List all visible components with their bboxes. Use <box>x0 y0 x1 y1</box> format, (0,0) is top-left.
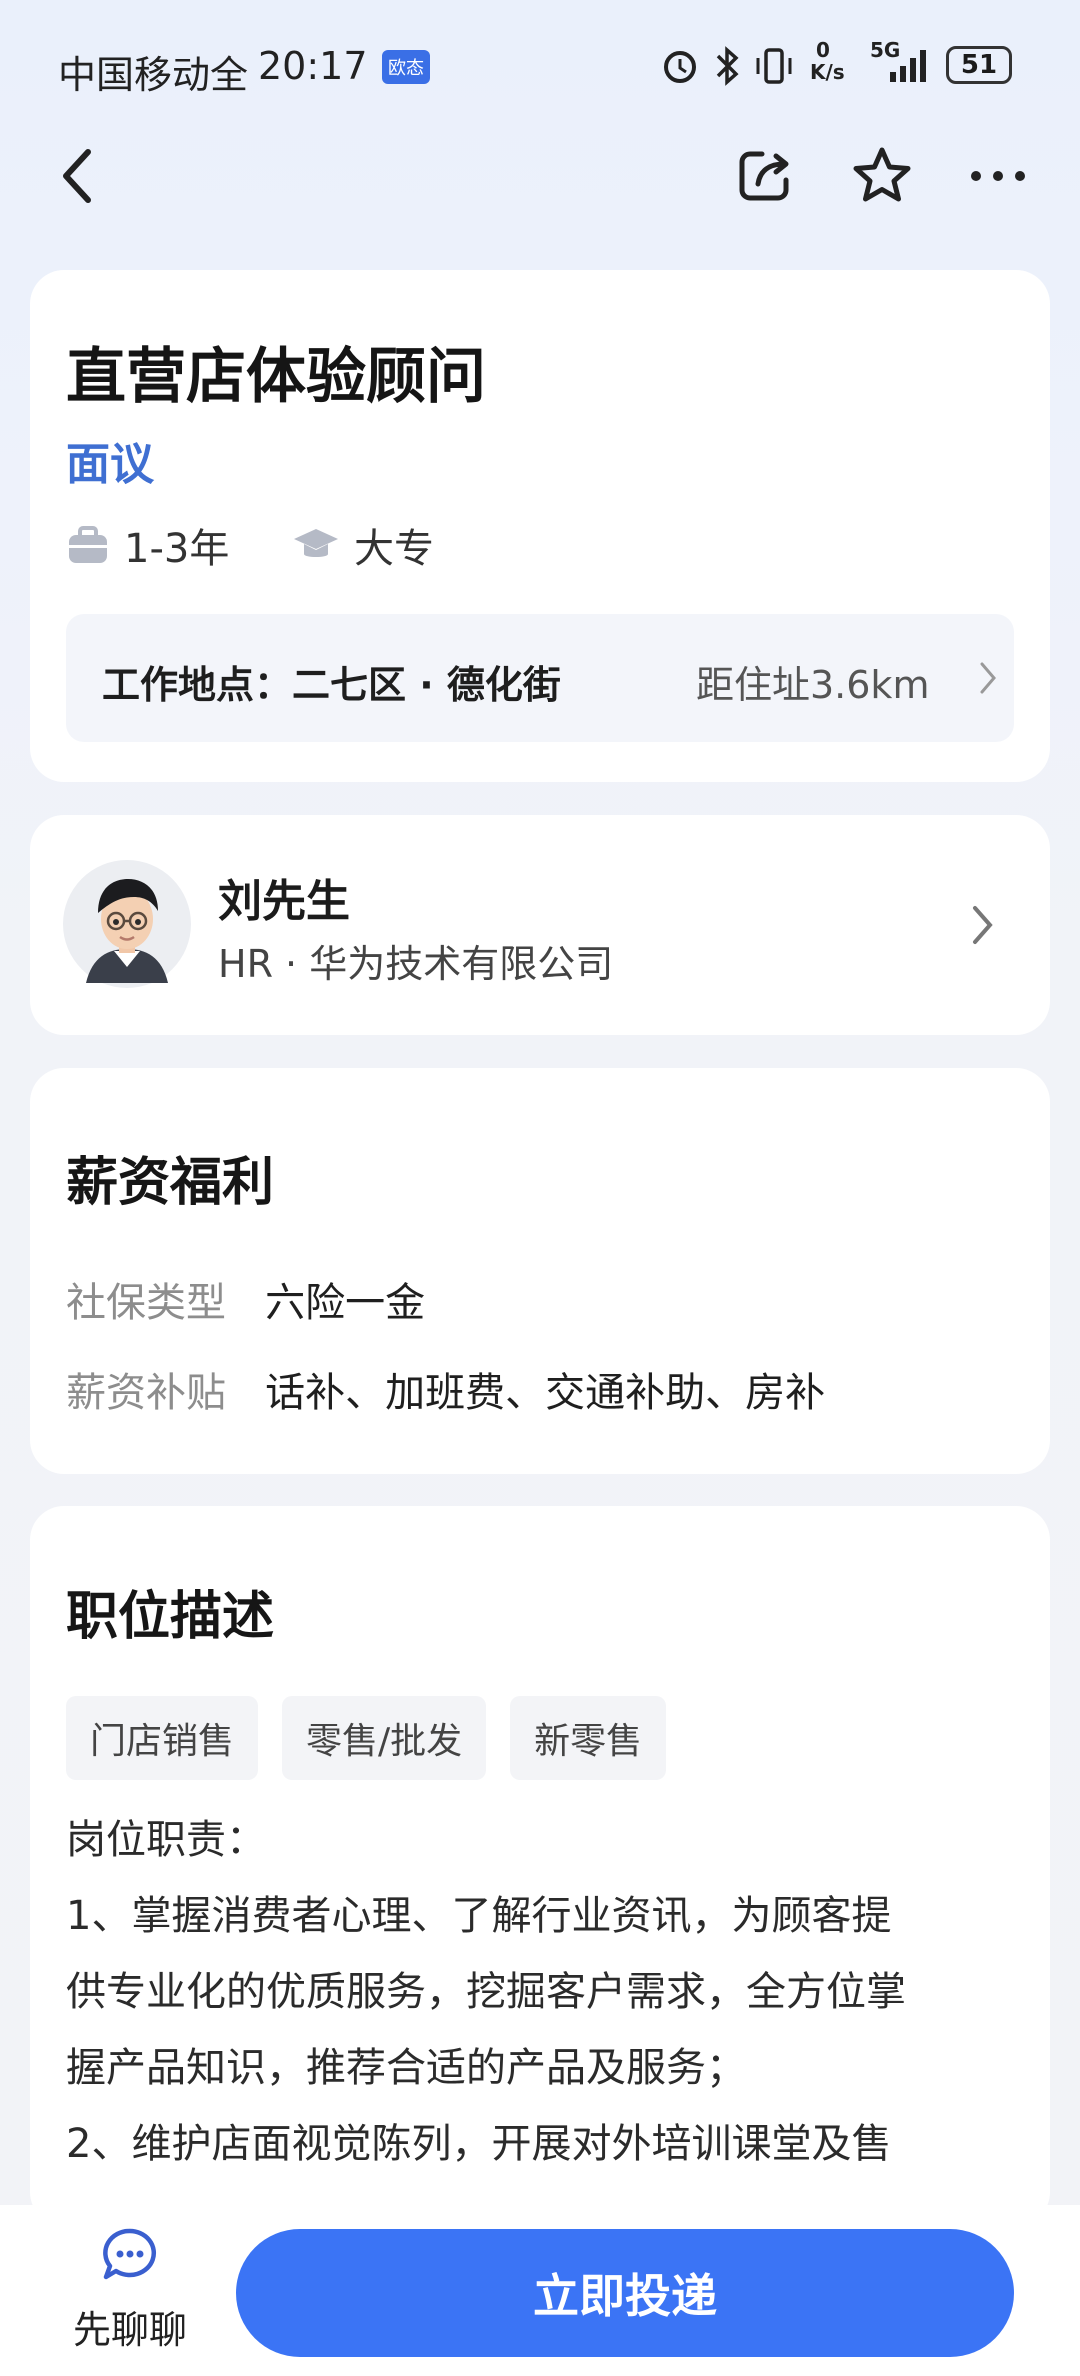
recruiter-card[interactable]: 刘先生 HR · 华为技术有限公司 <box>30 815 1050 1035</box>
benefit-row: 社保类型 六险一金 <box>66 1270 425 1328</box>
description-line: 1、掌握消费者心理、了解行业资讯，为顾客提 <box>66 1893 892 1939</box>
status-chip: 欧态 <box>382 50 430 84</box>
description-line: 供专业化的优质服务，挖掘客户需求，全方位掌 <box>66 1969 906 2015</box>
chat-first-label: 先聊聊 <box>72 2308 187 2352</box>
description-line: 2、维护店面视觉陈列，开展对外培训课堂及售 <box>66 2121 892 2167</box>
chat-bubble-icon <box>103 2228 156 2280</box>
bluetooth-icon <box>712 44 742 92</box>
work-location-label: 工作地点：二七区 · 德化街 <box>102 663 561 707</box>
experience-requirement: 1-3年 <box>66 516 229 574</box>
apply-button[interactable]: 立即投递 <box>236 2229 1014 2357</box>
status-bar: 中国移动全 20:17 欧态 0 K/s 5G 51 <box>0 0 1080 130</box>
clock: 20:17 <box>258 44 368 88</box>
salary-label: 面议 <box>66 439 154 490</box>
description-line: 握产品知识，推荐合适的产品及服务； <box>66 2045 746 2091</box>
back-button[interactable] <box>38 136 118 216</box>
net-speed-unit: K/s <box>810 60 845 84</box>
job-tag[interactable]: 零售/批发 <box>282 1696 487 1780</box>
distance-label: 距住址3.6km <box>696 663 930 707</box>
more-button[interactable] <box>958 136 1038 216</box>
battery-indicator: 51 <box>946 46 1012 84</box>
recruiter-name: 刘先生 <box>218 876 350 927</box>
work-location-row[interactable]: 工作地点：二七区 · 德化街 距住址3.6km <box>66 614 1014 742</box>
briefcase-icon <box>69 526 107 563</box>
benefit-row-label: 社保类型 <box>66 1280 226 1326</box>
job-tags: 门店销售 零售/批发 新零售 <box>66 1696 667 1780</box>
experience-value: 1-3年 <box>124 526 230 572</box>
benefit-row-label: 薪资补贴 <box>66 1370 226 1416</box>
bottom-action-bar: 先聊聊 立即投递 <box>0 2205 1080 2376</box>
favorite-button[interactable] <box>842 136 922 216</box>
job-description-card: 职位描述 门店销售 零售/批发 新零售 岗位职责： 1、掌握消费者心理、了解行业… <box>30 1506 1050 2226</box>
benefit-row-value: 话补、加班费、交通补助、房补 <box>265 1370 826 1416</box>
recruiter-company: HR · 华为技术有限公司 <box>218 942 614 986</box>
chat-first-button[interactable]: 先聊聊 <box>40 2225 220 2365</box>
share-button[interactable] <box>724 136 804 216</box>
benefit-row: 薪资补贴 话补、加班费、交通补助、房补 <box>66 1360 825 1418</box>
signal-icon <box>888 48 932 88</box>
alarm-icon <box>660 46 700 90</box>
description-body: 岗位职责： 1、掌握消费者心理、了解行业资讯，为顾客提 供专业化的优质服务，挖掘… <box>66 1802 1026 2182</box>
carrier-label: 中国移动全 <box>58 53 249 97</box>
vibrate-icon <box>752 44 796 92</box>
star-icon <box>853 147 911 202</box>
job-tag[interactable]: 门店销售 <box>66 1696 259 1780</box>
net-speed-value: 0 <box>816 38 830 62</box>
job-tag[interactable]: 新零售 <box>510 1696 667 1780</box>
share-icon <box>739 151 789 201</box>
job-summary-card: 直营店体验顾问 面议 1-3年 大专 工作地点：二七区 · 德化街 距住址3.6… <box>30 270 1050 782</box>
chevron-right-icon <box>970 903 996 951</box>
back-arrow-icon <box>63 149 91 203</box>
description-title: 职位描述 <box>66 1574 274 1653</box>
education-requirement: 大专 <box>292 516 434 574</box>
chevron-right-icon <box>978 660 998 700</box>
recruiter-avatar <box>62 859 192 989</box>
description-line: 岗位职责： <box>66 1817 266 1863</box>
benefits-card: 薪资福利 社保类型 六险一金 薪资补贴 话补、加班费、交通补助、房补 <box>30 1068 1050 1474</box>
education-value: 大专 <box>354 526 434 572</box>
graduation-cap-icon <box>294 529 338 557</box>
job-title: 直营店体验顾问 <box>66 342 486 412</box>
more-dots-icon <box>971 171 1025 181</box>
benefits-title: 薪资福利 <box>66 1140 274 1219</box>
benefit-row-value: 六险一金 <box>265 1280 426 1326</box>
